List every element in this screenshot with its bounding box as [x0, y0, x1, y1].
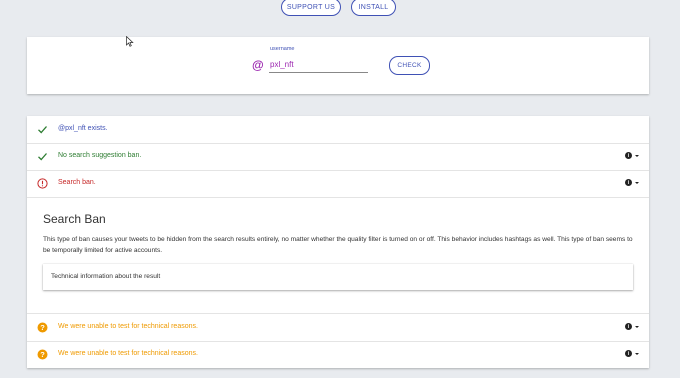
info-icon: i — [625, 179, 632, 186]
info-icon: i — [625, 152, 632, 159]
mouse-cursor-icon — [126, 36, 134, 47]
result-row-unknown-2[interactable]: ? We were unable to test for technical r… — [27, 341, 649, 368]
username-label: username — [270, 46, 295, 52]
check-icon — [38, 153, 47, 161]
detail-title: Search Ban — [43, 212, 106, 226]
detail-description: This type of ban causes your tweets to b… — [43, 236, 633, 254]
svg-text:?: ? — [40, 350, 45, 359]
svg-text:?: ? — [40, 323, 45, 332]
username-input[interactable] — [269, 57, 368, 73]
username-form-card: @ username CHECK — [27, 36, 649, 94]
result-text: Search ban. — [58, 179, 96, 186]
info-toggle[interactable]: i — [625, 179, 639, 186]
support-us-button[interactable]: SUPPORT US — [281, 0, 341, 16]
info-toggle[interactable]: i — [625, 323, 639, 330]
result-row-unknown-1[interactable]: ? We were unable to test for technical r… — [27, 314, 649, 342]
result-text: We were unable to test for technical rea… — [58, 323, 198, 330]
caret-down-icon — [635, 352, 639, 355]
result-row-exists: @pxl_nft exists. — [27, 116, 649, 144]
caret-down-icon — [635, 325, 639, 328]
help-circle-icon: ? — [37, 349, 48, 360]
caret-down-icon — [635, 154, 639, 157]
check-icon — [38, 126, 47, 134]
info-icon: i — [625, 323, 632, 330]
at-sign-icon: @ — [252, 58, 264, 72]
caret-down-icon — [635, 181, 639, 184]
result-text: @pxl_nft exists. — [58, 125, 108, 132]
check-button[interactable]: CHECK — [389, 56, 430, 75]
result-row-search-ban[interactable]: Search ban. i — [27, 170, 649, 198]
search-ban-detail-panel: Search Ban This type of ban causes your … — [27, 198, 649, 314]
info-icon: i — [625, 350, 632, 357]
results-card: @pxl_nft exists. No search suggestion ba… — [27, 116, 649, 368]
alert-circle-icon — [37, 178, 48, 189]
info-toggle[interactable]: i — [625, 350, 639, 357]
result-row-search-suggestion[interactable]: No search suggestion ban. i — [27, 143, 649, 171]
technical-info-label: Technical information about the result — [51, 273, 161, 280]
install-button[interactable]: INSTALL — [351, 0, 396, 16]
info-toggle[interactable]: i — [625, 152, 639, 159]
help-circle-icon: ? — [37, 322, 48, 333]
result-text: We were unable to test for technical rea… — [58, 350, 198, 357]
result-text: No search suggestion ban. — [58, 152, 142, 159]
technical-info-box[interactable]: Technical information about the result — [43, 264, 633, 290]
